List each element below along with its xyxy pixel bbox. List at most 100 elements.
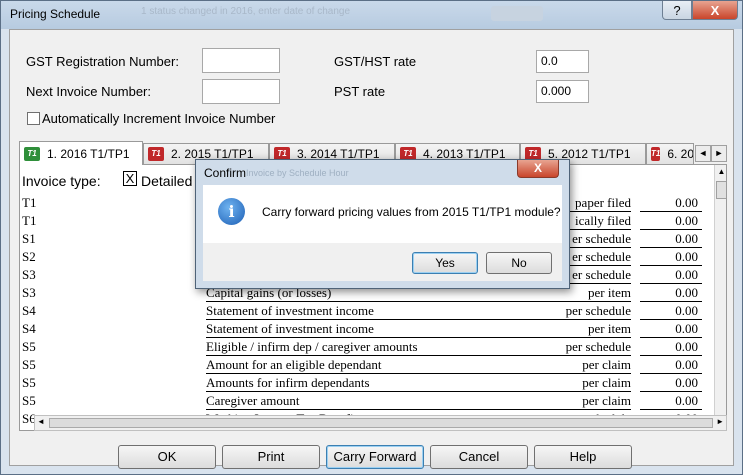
form-code: S4 [22,303,36,318]
auto-increment-label: Automatically Increment Invoice Number [42,111,276,126]
tab-2016[interactable]: T1 1. 2016 T1/TP1 [19,141,143,165]
dialog-body: i Carry forward pricing values from 2015… [203,185,562,243]
auto-increment-checkbox[interactable] [27,112,40,125]
gst-hst-rate-label: GST/HST rate [334,54,417,69]
item-description-text: Caregiver amount [206,393,300,408]
arrow-left-icon: ◄ [698,148,708,158]
arrow-right-icon: ► [714,148,724,158]
item-unit: per schedule [565,303,631,318]
t1-icon: T1 [24,146,40,161]
price-input[interactable]: 0.00 [640,195,698,211]
close-icon: X [710,2,720,18]
item-description-text: Statement of investment income [206,303,374,318]
print-button[interactable]: Print [222,445,320,469]
item-unit: per item [588,285,631,300]
item-description: Amount for an eligible dependant per clai… [206,357,631,374]
gst-registration-input[interactable] [202,48,280,73]
price-input[interactable]: 0.00 [640,231,698,247]
horizontal-scroll-thumb[interactable] [49,418,713,428]
title-bar[interactable]: Pricing Schedule 1 status changed in 201… [1,1,742,29]
form-code: S5 [22,357,36,372]
background-badge [491,6,543,21]
scroll-up-icon[interactable]: ▲ [715,165,726,179]
no-button[interactable]: No [486,252,552,274]
price-input[interactable]: 0.00 [640,249,698,265]
form-code: S5 [22,393,36,408]
item-unit: per claim [582,393,631,408]
table-row: S4 Statement of investment income per sche… [20,302,710,320]
help-button[interactable]: Help [534,445,632,469]
form-code: S3 [22,285,36,300]
form-code: S2 [22,249,36,264]
price-input[interactable]: 0.00 [640,393,698,409]
item-description-text: Amounts for infirm dependants [206,375,370,390]
table-row: S5 Eligible / infirm dep / caregiver amou… [20,338,710,356]
price-input[interactable]: 0.00 [640,213,698,229]
detailed-checkbox[interactable]: X [123,171,137,186]
dialog-message: Carry forward pricing values from 2015 T… [262,205,561,219]
form-code: S4 [22,321,36,336]
price-input[interactable]: 0.00 [640,375,698,391]
price-input[interactable]: 0.00 [640,321,698,337]
price-input[interactable]: 0.00 [640,303,698,319]
t1-icon: T1 [148,147,164,161]
item-description: Eligible / infirm dep / caregiver amount… [206,339,631,356]
close-icon: X [533,161,542,175]
tab-scroll-right[interactable]: ► [711,145,727,162]
tab-scroll-left[interactable]: ◄ [695,145,711,162]
item-unit: per claim [582,375,631,390]
gst-hst-rate-input[interactable]: 0.0 [536,50,589,73]
ok-button[interactable]: OK [118,445,216,469]
item-unit: per claim [582,357,631,372]
price-input[interactable]: 0.00 [640,285,698,301]
price-input[interactable]: 0.00 [640,357,698,373]
dialog-background-hint: Invoice by Schedule Hour [246,168,349,178]
table-row: S4 Statement of investment income per item… [20,320,710,338]
item-unit: per item [588,321,631,336]
background-hint: 1 status changed in 2016, enter date of … [141,6,561,22]
price-input[interactable]: 0.00 [640,267,698,283]
tab-label: 1. 2016 T1/TP1 [47,146,130,161]
form-code: S5 [22,375,36,390]
dialog-close-button[interactable]: X [517,160,559,178]
cancel-button[interactable]: Cancel [430,445,528,469]
tab-label: 6. 20 [667,147,694,161]
horizontal-scrollbar[interactable]: ◄ ► [34,415,727,431]
item-description: Caregiver amount per claim [206,393,631,410]
table-row: S5 Amounts for infirm dependants per claim… [20,374,710,392]
close-window-button[interactable]: X [692,1,738,20]
item-unit: per schedule [565,339,631,354]
item-description-text: Statement of investment income [206,321,374,336]
window-title: Pricing Schedule [10,7,101,21]
item-unit: er schedule [572,231,631,246]
item-unit: ically filed [575,213,631,228]
item-description: Statement of investment income per item [206,321,631,338]
scroll-right-icon[interactable]: ► [716,417,724,426]
confirm-dialog: Confirm Invoice by Schedule Hour X i Car… [195,159,570,289]
form-code: T1 [22,195,37,210]
table-row: S5 Caregiver amount per claim 0.00 [20,392,710,410]
vertical-scroll-thumb[interactable] [716,181,726,199]
next-invoice-label: Next Invoice Number: [26,84,151,99]
item-description: Amounts for infirm dependants per claim [206,375,631,392]
form-code: T1 [22,213,37,228]
scroll-left-icon[interactable]: ◄ [37,417,45,426]
carry-forward-button[interactable]: Carry Forward [326,445,424,469]
info-icon: i [218,198,245,225]
yes-button[interactable]: Yes [412,252,478,274]
form-code: S1 [22,231,36,246]
item-unit: paper filed [575,195,631,210]
vertical-scrollbar[interactable]: ▲ ▼ [714,165,726,430]
form-code: S3 [22,267,36,282]
invoice-type-label: Invoice type: [22,173,101,189]
help-title-button[interactable]: ? [662,1,692,20]
next-invoice-input[interactable] [202,79,280,104]
dialog-footer: Yes No [203,243,562,281]
tab-6[interactable]: T1 6. 20 [646,143,694,164]
gst-registration-label: GST Registration Number: [26,54,179,69]
form-code: S5 [22,339,36,354]
item-unit: er schedule [572,249,631,264]
item-description: Statement of investment income per schedu… [206,303,631,320]
pst-rate-input[interactable]: 0.000 [536,80,589,103]
price-input[interactable]: 0.00 [640,339,698,355]
